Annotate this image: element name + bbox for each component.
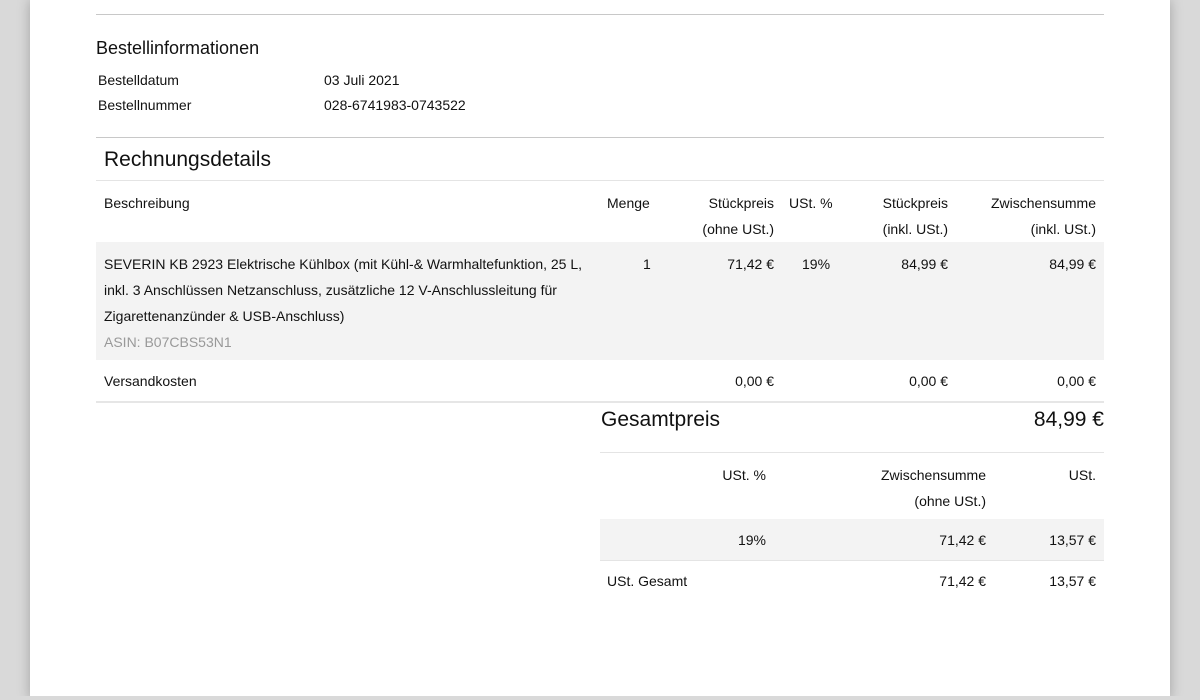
order-date-label: Bestelldatum bbox=[98, 72, 179, 88]
vat-row-amount: 13,57 € bbox=[1049, 532, 1096, 548]
section-divider bbox=[96, 137, 1104, 138]
header-unit-price-gross-line1: Stückpreis bbox=[882, 195, 948, 211]
vat-header-subtotal-line1: Zwischensumme bbox=[880, 467, 986, 483]
header-subtotal-line1: Zwischensumme bbox=[990, 195, 1096, 211]
item-description: SEVERIN KB 2923 Elektrische Kühlbox (mit… bbox=[104, 256, 583, 324]
vat-header-percent: USt. % bbox=[722, 467, 766, 483]
header-unit-price-gross: Stückpreis (inkl. USt.) bbox=[883, 190, 948, 242]
invoice-details-title: Rechnungsdetails bbox=[104, 148, 271, 171]
vat-row-subtotal: 71,42 € bbox=[939, 532, 986, 548]
order-number-value: 028-6741983-0743522 bbox=[324, 97, 466, 113]
item-unit-price-gross: 84,99 € bbox=[901, 256, 948, 272]
item-subtotal: 84,99 € bbox=[1049, 256, 1096, 272]
header-unit-price-net-line2: (ohne USt.) bbox=[702, 221, 774, 237]
vat-total-subtotal: 71,42 € bbox=[939, 573, 986, 589]
shipping-unit-price-gross: 0,00 € bbox=[909, 373, 948, 389]
item-description-cell: SEVERIN KB 2923 Elektrische Kühlbox (mit… bbox=[104, 251, 594, 355]
total-price-label: Gesamtpreis bbox=[601, 408, 721, 431]
item-unit-price-net: 71,42 € bbox=[727, 256, 774, 272]
vat-divider bbox=[600, 560, 1104, 561]
total-divider bbox=[600, 452, 1104, 453]
vat-header-subtotal-line2: (ohne USt.) bbox=[914, 493, 986, 509]
shipping-unit-price-net: 0,00 € bbox=[735, 373, 774, 389]
bottom-edge bbox=[0, 696, 1200, 700]
header-quantity: Menge bbox=[607, 195, 650, 211]
item-vat-percent: 19% bbox=[802, 256, 831, 272]
header-vat-percent: USt. % bbox=[789, 195, 833, 211]
table-bottom-divider bbox=[96, 401, 1104, 403]
total-price-value: 84,99 € bbox=[1033, 408, 1104, 431]
top-divider bbox=[96, 14, 1104, 15]
header-unit-price-gross-line2: (inkl. USt.) bbox=[882, 221, 948, 237]
vat-table-row bbox=[600, 519, 1104, 560]
header-divider bbox=[96, 180, 1104, 181]
order-date-value: 03 Juli 2021 bbox=[324, 72, 400, 88]
header-unit-price-net-line1: Stückpreis bbox=[708, 195, 774, 211]
vat-total-amount: 13,57 € bbox=[1049, 573, 1096, 589]
order-info-title: Bestellinformationen bbox=[96, 38, 260, 58]
header-description: Beschreibung bbox=[104, 195, 190, 211]
shipping-label: Versandkosten bbox=[104, 373, 197, 389]
item-asin: ASIN: B07CBS53N1 bbox=[104, 334, 232, 350]
vat-header-amount: USt. bbox=[1068, 467, 1096, 483]
vat-row-percent: 19% bbox=[737, 532, 766, 548]
vat-total-label: USt. Gesamt bbox=[607, 573, 688, 589]
vat-header-subtotal: Zwischensumme (ohne USt.) bbox=[881, 462, 986, 514]
order-number-label: Bestellnummer bbox=[98, 97, 192, 113]
shipping-subtotal: 0,00 € bbox=[1057, 373, 1096, 389]
header-subtotal-line2: (inkl. USt.) bbox=[1030, 221, 1096, 237]
item-quantity: 1 bbox=[643, 256, 651, 272]
header-unit-price-net: Stückpreis (ohne USt.) bbox=[702, 190, 774, 242]
invoice-page: Bestellinformationen Bestelldatum 03 Jul… bbox=[30, 0, 1170, 700]
header-subtotal: Zwischensumme (inkl. USt.) bbox=[991, 190, 1096, 242]
